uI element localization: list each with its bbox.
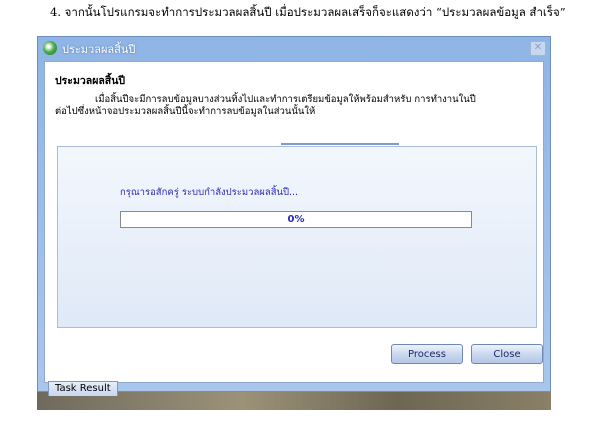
task-result-tab[interactable]: Task Result	[48, 381, 118, 396]
window-title: ประมวลผลสิ้นปี	[62, 43, 136, 56]
app-globe-icon	[43, 41, 57, 55]
description-line-2: ต่อไปซึ่งหน้าจอประมวลผลสิ้นปีนี้จะทำการล…	[55, 106, 316, 117]
progress-panel: กรุณารอสักครู่ ระบบกำลังประมวลผลสิ้นปี..…	[57, 146, 537, 328]
progress-label: 0%	[287, 214, 305, 225]
panel-tab-indicator	[281, 143, 399, 145]
description-line-1: เมื่อสิ้นปีจะมีการลบข้อมูลบางส่วนทิ้งไปแ…	[95, 94, 476, 105]
year-end-dialog: ประมวลผลสิ้นปี ✕ ประมวลผลสิ้นปี เมื่อสิ้…	[37, 36, 551, 396]
title-bar[interactable]: ประมวลผลสิ้นปี ✕	[38, 37, 550, 59]
content-heading: ประมวลผลสิ้นปี	[55, 75, 126, 87]
status-text: กรุณารอสักครู่ ระบบกำลังประมวลผลสิ้นปี..…	[120, 187, 299, 198]
document-caption: 4. จากนั้นโปรแกรมจะทำการประมวลผลสิ้นปี เ…	[50, 5, 566, 19]
close-icon[interactable]: ✕	[530, 41, 546, 56]
process-button[interactable]: Process	[391, 344, 463, 364]
close-button[interactable]: Close	[471, 344, 543, 364]
dialog-content: ประมวลผลสิ้นปี เมื่อสิ้นปีจะมีการลบข้อมู…	[44, 61, 544, 383]
progress-bar: 0%	[120, 211, 472, 228]
description: เมื่อสิ้นปีจะมีการลบข้อมูลบางส่วนทิ้งไปแ…	[55, 94, 535, 118]
